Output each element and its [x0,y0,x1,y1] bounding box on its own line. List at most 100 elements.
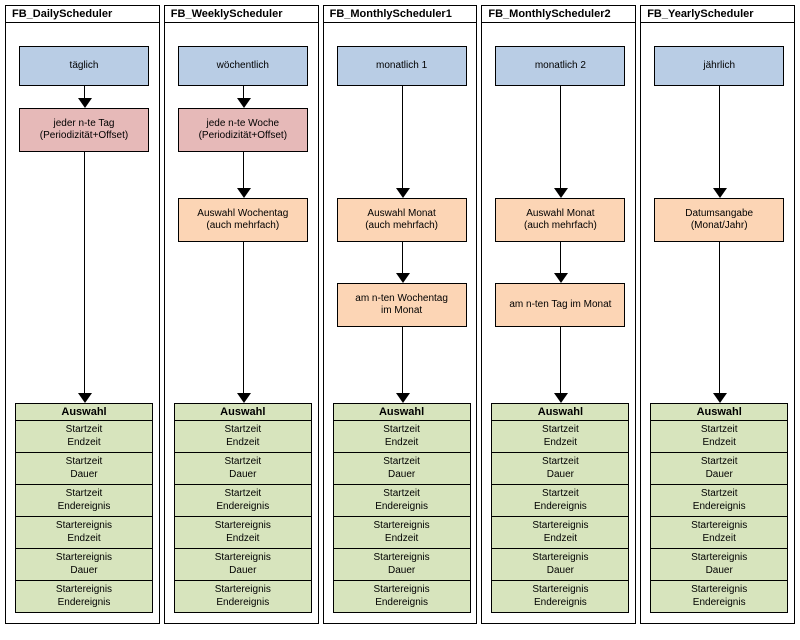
auswahl-option-line2: Endereignis [16,597,152,610]
auswahl-option: StartzeitEndzeit [174,421,312,453]
auswahl-option-line1: Startereignis [175,520,311,533]
orange-node-2: am n-ten Tag im Monat [495,283,625,327]
auswahl-option-line2: Endereignis [651,501,787,514]
auswahl-option: StartereignisDauer [174,549,312,581]
auswahl-option-line2: Endereignis [16,501,152,514]
auswahl-option: StartereignisEndzeit [333,517,471,549]
red-node: jede n-te Woche(Periodizität+Offset) [178,108,308,152]
auswahl-option: StartereignisDauer [650,549,788,581]
column-title: FB_MonthlyScheduler1 [324,6,477,23]
auswahl-header: Auswahl [491,403,629,421]
auswahl-option-line1: Startzeit [175,456,311,469]
auswahl-option-line2: Endzeit [16,437,152,450]
auswahl-option: StartzeitEndzeit [15,421,153,453]
arrow-line [719,242,720,393]
auswahl-option-line2: Endzeit [175,533,311,546]
auswahl-option-line2: Endzeit [175,437,311,450]
arrow-head-icon [396,188,410,198]
auswahl-option-line2: Endzeit [334,533,470,546]
auswahl-option-line2: Endereignis [492,501,628,514]
auswahl-header: Auswahl [333,403,471,421]
blue-node-label: täglich [22,60,146,73]
arrow-line [560,327,561,393]
auswahl-option-line2: Endzeit [492,533,628,546]
blue-node: jährlich [654,46,784,86]
auswahl-option: StartzeitEndereignis [650,485,788,517]
auswahl-option-line2: Endzeit [651,437,787,450]
column-0: FB_DailyScheduler täglich jeder n-te Tag(P… [5,5,160,624]
arrow-head-icon [237,188,251,198]
orange1-line2: (auch mehrfach) [498,220,622,233]
blue-node: täglich [19,46,149,86]
column-body: täglich jeder n-te Tag(Periodizität+Offse… [6,23,159,623]
column-1: FB_WeeklyScheduler wöchentlich jede n-te W… [164,5,319,624]
column-2: FB_MonthlyScheduler1monatlich 1Auswahl M… [323,5,478,624]
orange-node-2: am n-ten Wochentagim Monat [337,283,467,327]
auswahl-option-line2: Dauer [175,565,311,578]
auswahl-block: AuswahlStartzeitEndzeitStartzeitDauerSta… [174,403,312,613]
auswahl-option-line2: Dauer [492,469,628,482]
arrow-line [84,86,85,98]
auswahl-header: Auswahl [174,403,312,421]
auswahl-option: StartereignisEndzeit [15,517,153,549]
auswahl-option: StartereignisEndzeit [491,517,629,549]
auswahl-option-line2: Endereignis [175,501,311,514]
auswahl-option-line1: Startzeit [492,488,628,501]
auswahl-option-line1: Startereignis [175,552,311,565]
orange1-line1: Datumsangabe [657,208,781,221]
auswahl-option-line2: Dauer [651,565,787,578]
auswahl-block: AuswahlStartzeitEndzeitStartzeitDauerSta… [333,403,471,613]
blue-node: monatlich 1 [337,46,467,86]
auswahl-option-line2: Dauer [334,565,470,578]
red-node: jeder n-te Tag(Periodizität+Offset) [19,108,149,152]
auswahl-block: AuswahlStartzeitEndzeitStartzeitDauerSta… [491,403,629,613]
auswahl-option-line2: Endzeit [651,533,787,546]
column-title: FB_WeeklyScheduler [165,6,318,23]
column-title: FB_MonthlyScheduler2 [482,6,635,23]
orange1-line2: (auch mehrfach) [340,220,464,233]
orange-node-1: Auswahl Monat(auch mehrfach) [495,198,625,242]
arrow-head-icon [396,273,410,283]
arrow-head-icon [554,188,568,198]
blue-node-label: jährlich [657,60,781,73]
auswahl-option-line1: Startereignis [492,584,628,597]
arrow-line [243,86,244,98]
auswahl-option-line1: Startzeit [651,424,787,437]
blue-node-label: monatlich 1 [340,60,464,73]
auswahl-option: StartereignisDauer [491,549,629,581]
column-3: FB_MonthlyScheduler2monatlich 2Auswahl M… [481,5,636,624]
auswahl-option-line2: Endereignis [651,597,787,610]
auswahl-option-line1: Startzeit [16,456,152,469]
auswahl-option-line1: Startereignis [492,552,628,565]
auswahl-option: StartereignisEndzeit [174,517,312,549]
auswahl-option-line2: Endereignis [334,501,470,514]
orange2-line1: am n-ten Tag im Monat [498,299,622,312]
auswahl-option-line2: Dauer [651,469,787,482]
arrow-head-icon [78,98,92,108]
auswahl-option: StartzeitEndereignis [491,485,629,517]
arrow-line [560,242,561,273]
auswahl-option-line1: Startzeit [334,488,470,501]
orange1-line1: Auswahl Monat [498,208,622,221]
column-4: FB_YearlyScheduler jährlich Datumsangabe(M… [640,5,795,624]
auswahl-option: StartereignisEndereignis [333,581,471,613]
auswahl-option: StartzeitDauer [174,453,312,485]
orange-node-1: Auswahl Wochentag(auch mehrfach) [178,198,308,242]
column-title: FB_DailyScheduler [6,6,159,23]
auswahl-option-line2: Dauer [16,565,152,578]
auswahl-option: StartereignisEndzeit [650,517,788,549]
auswahl-option-line1: Startereignis [651,552,787,565]
auswahl-option-line1: Startereignis [16,520,152,533]
column-title: FB_YearlyScheduler [641,6,794,23]
red-node-line2: (Periodizität+Offset) [181,130,305,143]
orange2-line1: am n-ten Wochentag [340,293,464,306]
auswahl-option-line2: Endzeit [16,533,152,546]
arrow-line [402,327,403,393]
blue-node-label: wöchentlich [181,60,305,73]
auswahl-option: StartereignisEndereignis [174,581,312,613]
red-node-line1: jede n-te Woche [181,118,305,131]
auswahl-option-line1: Startereignis [651,520,787,533]
auswahl-option-line1: Startereignis [16,552,152,565]
arrow-line [402,242,403,273]
orange-node-1: Datumsangabe(Monat/Jahr) [654,198,784,242]
